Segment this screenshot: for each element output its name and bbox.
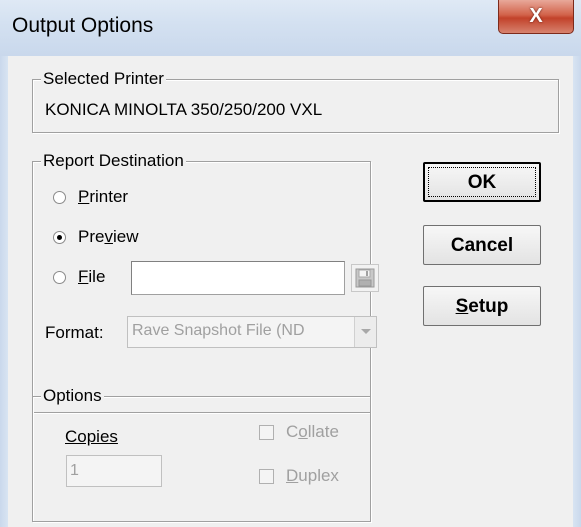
dialog-client-area: Selected Printer KONICA MINOLTA 350/250/…: [8, 56, 573, 527]
duplex-checkbox-box[interactable]: [259, 469, 274, 484]
radio-preview-label: Preview: [78, 227, 139, 246]
format-select-arrow[interactable]: [354, 317, 376, 347]
selected-printer-group: Selected Printer KONICA MINOLTA 350/250/…: [32, 69, 559, 133]
radio-printer-circle[interactable]: [53, 191, 66, 204]
file-save-button[interactable]: [351, 264, 379, 292]
radio-preview-circle[interactable]: [53, 231, 66, 244]
duplex-checkbox[interactable]: Duplex: [259, 465, 369, 489]
window-title: Output Options: [12, 14, 154, 37]
report-destination-legend: Report Destination: [41, 151, 186, 171]
file-path-input[interactable]: [131, 261, 345, 295]
setup-button-label: Setup: [455, 296, 509, 317]
copies-input[interactable]: [66, 455, 162, 487]
duplex-label: Duplex: [286, 466, 339, 485]
radio-file[interactable]: File: [43, 266, 123, 290]
window-frame-right: [573, 56, 581, 527]
selected-printer-legend: Selected Printer: [41, 69, 166, 89]
format-label: Format:: [45, 323, 104, 342]
radio-file-circle[interactable]: [53, 271, 66, 284]
radio-printer[interactable]: Printer: [43, 186, 193, 210]
title-bar: Output Options X: [0, 0, 581, 56]
options-legend: Options: [41, 386, 104, 406]
selected-printer-value: KONICA MINOLTA 350/250/200 VXL: [45, 100, 323, 119]
collate-checkbox[interactable]: Collate: [259, 421, 369, 445]
radio-file-label: File: [78, 267, 106, 286]
close-icon: X: [529, 5, 543, 27]
radio-preview[interactable]: Preview: [43, 226, 193, 250]
setup-button[interactable]: Setup: [423, 286, 541, 326]
floppy-disk-icon: [355, 268, 375, 288]
radio-printer-label: Printer: [78, 187, 129, 206]
ok-button[interactable]: OK: [423, 162, 541, 202]
report-destination-group: Report Destination Printer Preview File …: [32, 151, 379, 413]
close-button[interactable]: X: [498, 0, 574, 34]
chevron-down-icon: [360, 329, 371, 334]
cancel-button-label: Cancel: [450, 235, 514, 256]
window-frame-left: [0, 56, 8, 527]
format-select-value: Rave Snapshot File (ND: [132, 322, 305, 339]
options-group: Options Copies Collate Duplex: [32, 386, 371, 522]
format-select[interactable]: Rave Snapshot File (ND: [127, 316, 377, 348]
copies-label: Copies: [65, 427, 118, 446]
ok-button-focus-rect: [428, 167, 536, 197]
collate-checkbox-box[interactable]: [259, 425, 274, 440]
collate-label: Collate: [286, 422, 339, 441]
cancel-button[interactable]: Cancel: [423, 225, 541, 265]
